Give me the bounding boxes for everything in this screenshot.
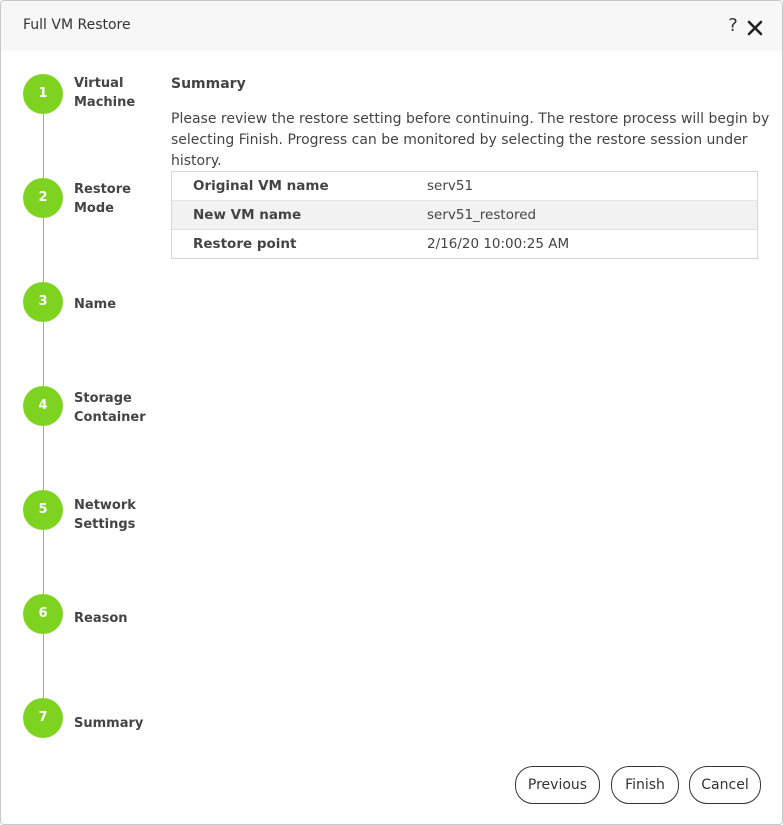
row-key: Original VM name bbox=[171, 171, 427, 201]
table-row: Restore point 2/16/20 10:00:25 AM bbox=[172, 230, 758, 259]
step-number: 1 bbox=[23, 74, 63, 114]
row-key: Restore point bbox=[193, 236, 297, 252]
row-value: serv51_restored bbox=[427, 200, 758, 230]
step-name: 3 Name bbox=[23, 282, 163, 324]
step-number: 6 bbox=[23, 594, 63, 634]
step-label: Restore Mode bbox=[74, 182, 131, 216]
previous-button[interactable]: Previous bbox=[515, 766, 600, 804]
dialog-title: Full VM Restore bbox=[23, 17, 131, 33]
summary-table: Original VM name serv51 New VM name serv… bbox=[171, 171, 758, 259]
step-label: Virtual Machine bbox=[74, 76, 136, 110]
close-icon[interactable] bbox=[747, 20, 763, 36]
step-number: 4 bbox=[23, 386, 63, 426]
step-summary: 7 Summary bbox=[23, 698, 163, 740]
cancel-button[interactable]: Cancel bbox=[689, 766, 761, 804]
section-title: Summary bbox=[171, 76, 246, 92]
step-number: 5 bbox=[23, 490, 63, 530]
step-virtual-machine: 1 Virtual Machine bbox=[23, 74, 163, 116]
row-value: 2/16/20 10:00:25 AM bbox=[427, 236, 570, 252]
step-label: Name bbox=[74, 297, 117, 312]
step-label: Reason bbox=[74, 611, 128, 626]
step-label: Storage Container bbox=[74, 391, 146, 425]
dialog-titlebar: Full VM Restore ? bbox=[1, 1, 782, 51]
step-reason: 6 Reason bbox=[23, 594, 163, 636]
full-vm-restore-dialog: Full VM Restore ? 1 Virtual Machine 2 Re… bbox=[0, 0, 783, 825]
step-network-settings: 5 Network Settings bbox=[23, 490, 163, 532]
step-number: 3 bbox=[23, 282, 63, 322]
table-row: New VM name serv51_restored bbox=[171, 200, 758, 230]
step-number: 7 bbox=[23, 698, 63, 738]
step-label: Network Settings bbox=[74, 498, 136, 532]
wizard-steps: 1 Virtual Machine 2 Restore Mode 3 Name … bbox=[1, 51, 161, 751]
step-storage-container: 4 Storage Container bbox=[23, 386, 163, 428]
summary-description: Please review the restore setting before… bbox=[171, 111, 770, 169]
table-row: Original VM name serv51 bbox=[171, 171, 758, 201]
step-label: Summary bbox=[74, 716, 144, 731]
step-restore-mode: 2 Restore Mode bbox=[23, 178, 163, 220]
step-number: 2 bbox=[23, 178, 63, 218]
row-key: New VM name bbox=[171, 200, 427, 230]
help-button[interactable]: ? bbox=[725, 15, 741, 39]
finish-button[interactable]: Finish bbox=[611, 766, 679, 804]
row-value: serv51 bbox=[427, 171, 758, 201]
